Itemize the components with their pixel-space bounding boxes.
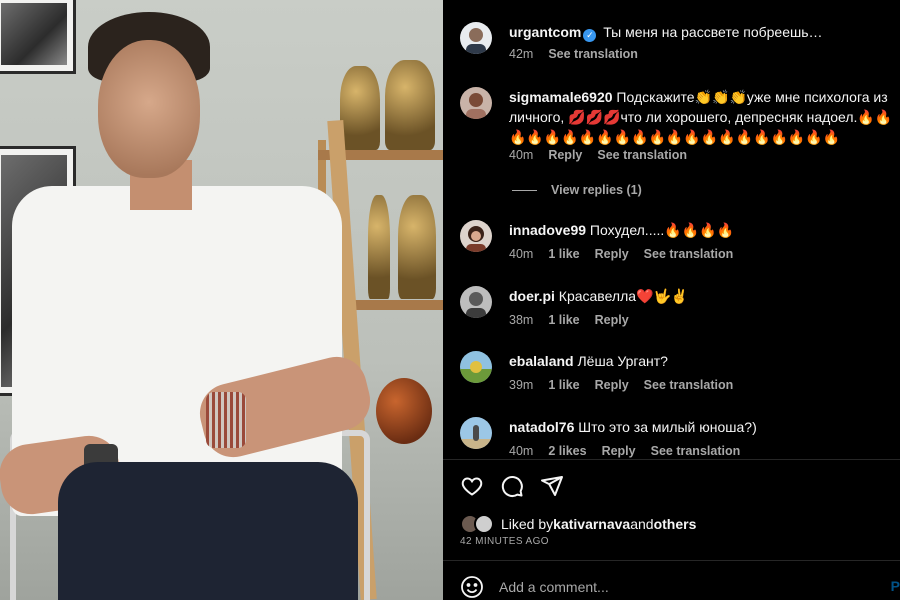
comment-username[interactable]: urgantcom [509, 24, 581, 40]
emoji-icon[interactable] [460, 575, 484, 599]
comment-username[interactable]: natadol76 [509, 419, 574, 435]
avatar[interactable] [460, 351, 492, 383]
verified-badge-icon: ✓ [583, 29, 597, 42]
comment-username[interactable]: ebalaland [509, 353, 574, 369]
reply-button[interactable]: Reply [595, 313, 629, 327]
comment-text: Ты меня на рассвете побреешь… [603, 24, 823, 40]
avatar[interactable] [460, 87, 492, 119]
comments-panel: urgantcom ✓ Ты меня на рассвете побреешь…… [443, 0, 900, 600]
avatar[interactable] [460, 417, 492, 449]
comment-text: Красавелла❤️🤟✌️ [558, 288, 689, 304]
likes-count[interactable]: 1 like [548, 247, 579, 261]
comment-username[interactable]: innadove99 [509, 222, 586, 238]
comment-time[interactable]: 38m [509, 313, 533, 327]
trophy [398, 195, 436, 299]
likes-count[interactable]: 2 likes [548, 444, 586, 458]
comment-text: Лёша Ургант? [577, 353, 668, 369]
liker-avatars[interactable] [460, 514, 496, 534]
divider-line [512, 189, 537, 191]
comment-time[interactable]: 40m [509, 247, 533, 261]
trophy [385, 60, 435, 150]
see-translation-button[interactable]: See translation [597, 148, 687, 162]
see-translation-button[interactable]: See translation [548, 47, 638, 61]
comment-icon[interactable] [500, 474, 524, 498]
heart-icon[interactable] [460, 474, 484, 498]
comment-username[interactable]: sigmamale6920 [509, 89, 613, 105]
post-button[interactable]: P [891, 578, 900, 594]
avatar[interactable] [460, 286, 492, 318]
wall-frame-top [0, 0, 76, 74]
reply-button[interactable]: Reply [595, 378, 629, 392]
liked-by-middle: and [630, 516, 654, 532]
comment-text: Похудел.....🔥🔥🔥🔥 [589, 222, 734, 238]
view-replies-label: View replies (1) [551, 183, 642, 197]
person-face [98, 40, 200, 178]
person-jeans [58, 462, 358, 600]
trophy [368, 195, 390, 299]
comment-username[interactable]: doer.pi [509, 288, 555, 304]
avatar[interactable] [460, 22, 492, 54]
likes-count[interactable]: 1 like [548, 313, 579, 327]
post-actions [460, 474, 564, 498]
likes-count[interactable]: 1 like [548, 378, 579, 392]
post-photo [0, 0, 443, 600]
view-replies-button[interactable]: View replies (1) [512, 183, 642, 197]
liked-by-others[interactable]: others [654, 516, 697, 532]
comment-time[interactable]: 40m [509, 148, 533, 162]
divider [443, 560, 900, 561]
reply-button[interactable]: Reply [602, 444, 636, 458]
basketball [376, 378, 432, 444]
liked-by-prefix: Liked by [501, 516, 554, 532]
comment-list: urgantcom ✓ Ты меня на рассвете побреешь…… [443, 0, 900, 460]
comment-time[interactable]: 40m [509, 444, 533, 458]
liked-by: Liked by kativarnava and others [460, 514, 696, 534]
divider [443, 459, 900, 460]
comment-time[interactable]: 39m [509, 378, 533, 392]
see-translation-button[interactable]: See translation [651, 444, 741, 458]
share-icon[interactable] [540, 474, 564, 498]
bracelet [206, 392, 246, 448]
see-translation-button[interactable]: See translation [644, 247, 734, 261]
avatar[interactable] [460, 220, 492, 252]
comment-text: Што это за милый юноша?) [578, 419, 757, 435]
trophy [340, 66, 380, 150]
post-timestamp[interactable]: 42 MINUTES AGO [460, 536, 549, 547]
comment-input[interactable] [499, 579, 859, 595]
add-comment-bar: P [460, 573, 900, 600]
reply-button[interactable]: Reply [548, 148, 582, 162]
comment-time[interactable]: 42m [509, 47, 533, 61]
liked-by-user[interactable]: kativarnava [553, 516, 630, 532]
reply-button[interactable]: Reply [595, 247, 629, 261]
see-translation-button[interactable]: See translation [644, 378, 734, 392]
